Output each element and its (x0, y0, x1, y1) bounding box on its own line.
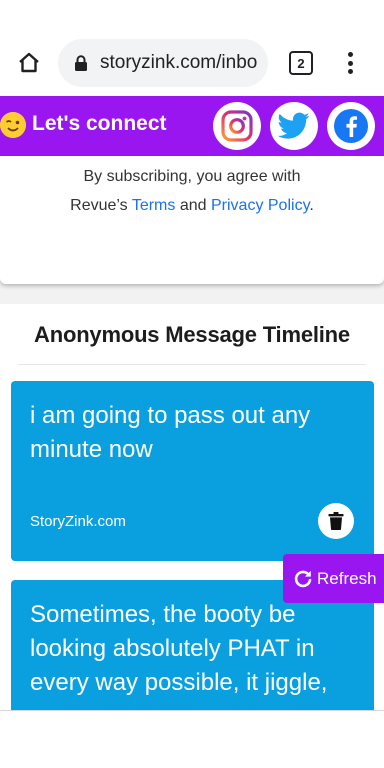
timeline-title: Anonymous Message Timeline (34, 322, 350, 347)
message-timeline: Anonymous Message Timeline i am going to… (0, 304, 384, 710)
lock-icon (75, 55, 87, 71)
tab-switcher-button[interactable]: 2 (289, 51, 313, 75)
message-text: i am going to pass out any minute now (30, 402, 311, 463)
refresh-button[interactable]: Refresh (283, 554, 384, 603)
message-text: Sometimes, the booty be looking absolute… (30, 601, 328, 696)
connect-label: Let's connect (32, 112, 167, 135)
tab-count: 2 (297, 55, 305, 71)
more-menu-icon[interactable] (342, 50, 358, 76)
subscribe-card: By subscribing, you agree with Revue’s T… (0, 136, 384, 284)
page-viewport: By subscribing, you agree with Revue’s T… (0, 96, 384, 710)
url-text: storyzink.com/inbo (100, 52, 258, 73)
message-card: i am going to pass out any minute now St… (11, 381, 374, 561)
disclaimer-suffix: . (309, 197, 314, 214)
refresh-label: Refresh (317, 568, 377, 588)
disclaimer-prefix: Revue’s (70, 197, 132, 214)
address-bar[interactable]: storyzink.com/inbo (58, 39, 268, 87)
message-brand: StoryZink.com (30, 513, 126, 530)
divider (18, 364, 366, 365)
refresh-icon (294, 570, 312, 587)
browser-toolbar: storyzink.com/inbo 2 (0, 0, 384, 96)
disclaimer-line-1: By subscribing, you agree with (83, 168, 301, 185)
facebook-icon[interactable] (327, 102, 375, 150)
delete-message-button[interactable] (318, 503, 354, 539)
bottom-area (0, 710, 384, 768)
privacy-policy-link[interactable]: Privacy Policy (211, 197, 309, 214)
disclaimer-and: and (175, 197, 211, 214)
connect-bar: Let's connect (0, 96, 384, 156)
instagram-icon[interactable] (213, 102, 261, 150)
winking-face-icon (0, 112, 26, 138)
terms-link[interactable]: Terms (132, 197, 176, 214)
trash-icon (328, 512, 344, 530)
twitter-icon[interactable] (270, 102, 318, 150)
home-icon[interactable] (16, 50, 42, 76)
subscribe-disclaimer: By subscribing, you agree with Revue’s T… (0, 162, 384, 220)
